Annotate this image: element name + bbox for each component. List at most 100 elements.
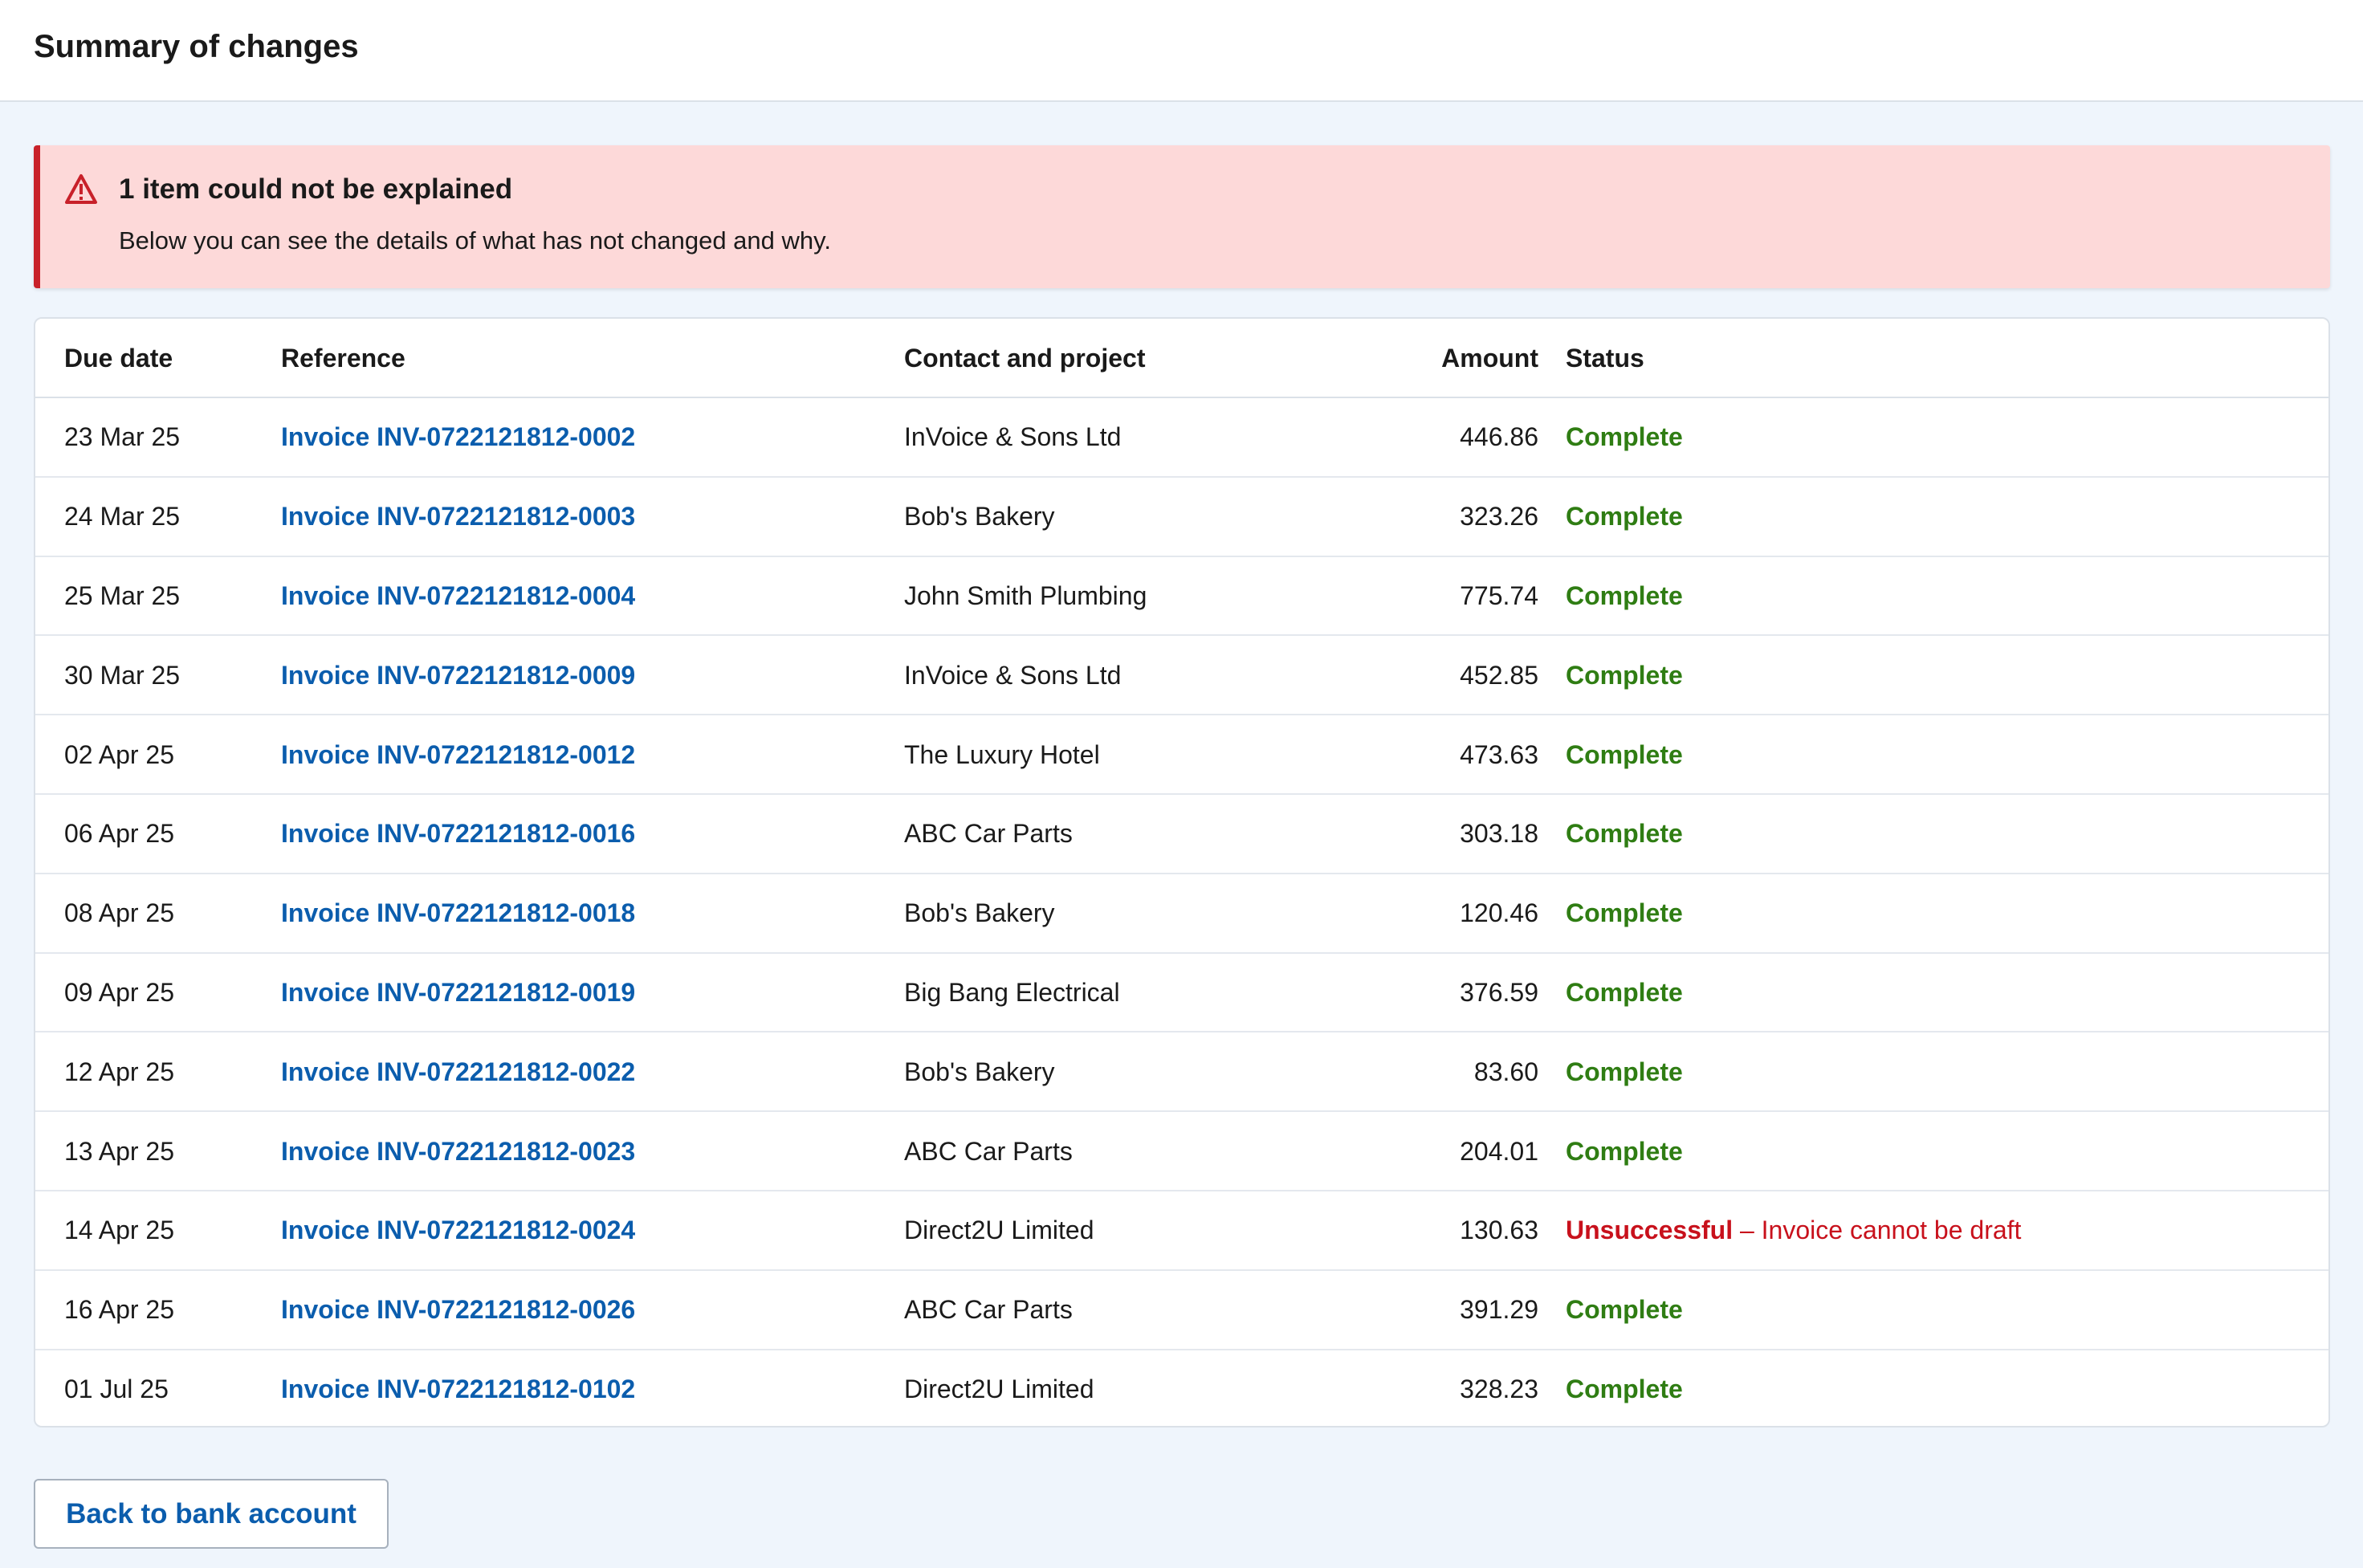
status-cell: Complete (1566, 476, 2328, 557)
reference-cell: Invoice INV-0722121812-0019 (281, 952, 904, 1033)
amount-cell: 775.74 (1362, 556, 1566, 637)
contact-cell: Bob's Bakery (904, 1032, 1362, 1113)
status-cell: Complete (1566, 556, 2328, 637)
contact-cell: Bob's Bakery (904, 873, 1362, 954)
status-label: Complete (1566, 1295, 1683, 1325)
status-label: Complete (1566, 1057, 1683, 1086)
contact-cell: ABC Car Parts (904, 1111, 1362, 1191)
table-row: 02 Apr 25 Invoice INV-0722121812-0012 The … (35, 715, 2328, 795)
status-label: Unsuccessful (1566, 1216, 1734, 1245)
reference-cell: Invoice INV-0722121812-0102 (281, 1350, 904, 1426)
status-label: Complete (1566, 977, 1683, 1007)
reference-cell: Invoice INV-0722121812-0009 (281, 635, 904, 716)
table-body: 23 Mar 25 Invoice INV-0722121812-0002 InVo… (35, 397, 2328, 1426)
invoice-link[interactable]: Invoice INV-0722121812-0019 (281, 978, 635, 1007)
status-cell: Complete (1566, 715, 2328, 795)
table-row: 25 Mar 25 Invoice INV-0722121812-0004 John… (35, 556, 2328, 637)
invoice-link[interactable]: Invoice INV-0722121812-0022 (281, 1057, 635, 1086)
status-cell: Complete (1566, 1032, 2328, 1113)
reference-cell: Invoice INV-0722121812-0004 (281, 556, 904, 637)
contact-cell: Direct2U Limited (904, 1375, 1094, 1404)
due-date-cell: 01 Jul 25 (64, 1375, 169, 1404)
invoice-link[interactable]: Invoice INV-0722121812-0009 (281, 661, 635, 690)
warning-triangle-icon (64, 173, 98, 206)
amount-cell: 303.18 (1362, 793, 1566, 874)
error-alert: 1 item could not be explained Below you … (34, 145, 2330, 288)
contact-cell: InVoice & Sons Ltd (904, 397, 1362, 478)
status-cell: Complete (1566, 793, 2328, 874)
due-date-cell: 13 Apr 25 (35, 1111, 281, 1191)
due-date-cell: 06 Apr 25 (35, 793, 281, 874)
table-row: 23 Mar 25 Invoice INV-0722121812-0002 InVo… (35, 397, 2328, 478)
invoice-link[interactable]: Invoice INV-0722121812-0012 (281, 740, 635, 769)
invoice-link[interactable]: Invoice INV-0722121812-0102 (281, 1375, 635, 1403)
changes-table: Due date Reference Contact and project A… (35, 319, 2328, 1426)
amount-cell: 446.86 (1362, 397, 1566, 478)
reference-cell: Invoice INV-0722121812-0003 (281, 476, 904, 557)
table-row: 13 Apr 25 Invoice INV-0722121812-0023 ABC … (35, 1111, 2328, 1191)
amount-cell: 83.60 (1362, 1032, 1566, 1113)
invoice-link[interactable]: Invoice INV-0722121812-0004 (281, 581, 635, 610)
reference-cell: Invoice INV-0722121812-0023 (281, 1111, 904, 1191)
status-cell: Complete (1566, 1269, 2328, 1350)
table-row: 09 Apr 25 Invoice INV-0722121812-0019 Big … (35, 952, 2328, 1033)
status-cell: Complete (1566, 952, 2328, 1033)
contact-cell: Big Bang Electrical (904, 952, 1362, 1033)
column-header-status: Status (1566, 319, 2328, 398)
due-date-cell: 09 Apr 25 (35, 952, 281, 1033)
status-reason: – Invoice cannot be draft (1733, 1216, 2022, 1245)
table-row: 08 Apr 25 Invoice INV-0722121812-0018 Bob'… (35, 873, 2328, 954)
due-date-cell: 02 Apr 25 (35, 715, 281, 795)
invoice-link[interactable]: Invoice INV-0722121812-0016 (281, 819, 635, 848)
due-date-cell: 23 Mar 25 (35, 397, 281, 478)
alert-message: Below you can see the details of what ha… (119, 226, 831, 255)
reference-cell: Invoice INV-0722121812-0012 (281, 715, 904, 795)
status-label: Complete (1566, 422, 1683, 452)
table-row: 24 Mar 25 Invoice INV-0722121812-0003 Bob'… (35, 476, 2328, 557)
status-cell: Complete (1566, 397, 2328, 478)
invoice-link[interactable]: Invoice INV-0722121812-0018 (281, 898, 635, 927)
reference-cell: Invoice INV-0722121812-0024 (281, 1190, 904, 1271)
status-label: Complete (1566, 1375, 1683, 1404)
amount-cell: 130.63 (1362, 1190, 1566, 1271)
amount-cell: 391.29 (1362, 1269, 1566, 1350)
changes-table-card: Due date Reference Contact and project A… (34, 317, 2330, 1427)
contact-cell: The Luxury Hotel (904, 715, 1362, 795)
table-row: 16 Apr 25 Invoice INV-0722121812-0026 ABC … (35, 1269, 2328, 1350)
page-title: Summary of changes (34, 29, 359, 64)
status-label: Complete (1566, 898, 1683, 928)
amount-cell: 376.59 (1362, 952, 1566, 1033)
invoice-link[interactable]: Invoice INV-0722121812-0002 (281, 422, 635, 451)
table-header-row: Due date Reference Contact and project A… (35, 319, 2328, 398)
table-row: 14 Apr 25 Invoice INV-0722121812-0024 Dire… (35, 1190, 2328, 1271)
status-label: Complete (1566, 1136, 1683, 1166)
column-header-reference: Reference (281, 319, 904, 398)
invoice-link[interactable]: Invoice INV-0722121812-0023 (281, 1137, 635, 1166)
amount-cell: 473.63 (1362, 715, 1566, 795)
table-row: 30 Mar 25 Invoice INV-0722121812-0009 InVo… (35, 635, 2328, 716)
reference-cell: Invoice INV-0722121812-0026 (281, 1269, 904, 1350)
contact-cell: John Smith Plumbing (904, 556, 1362, 637)
contact-cell: Bob's Bakery (904, 476, 1362, 557)
reference-cell: Invoice INV-0722121812-0018 (281, 873, 904, 954)
status-label: Complete (1566, 819, 1683, 849)
reference-cell: Invoice INV-0722121812-0002 (281, 397, 904, 478)
invoice-link[interactable]: Invoice INV-0722121812-0024 (281, 1216, 635, 1244)
alert-title: 1 item could not be explained (119, 173, 513, 205)
amount-cell: 328.23 (1460, 1375, 1538, 1404)
back-to-bank-account-button[interactable]: Back to bank account (34, 1479, 389, 1549)
due-date-cell: 16 Apr 25 (35, 1269, 281, 1350)
due-date-cell: 25 Mar 25 (35, 556, 281, 637)
page: Summary of changes 1 item could not be e… (0, 0, 2363, 1568)
due-date-cell: 14 Apr 25 (35, 1190, 281, 1271)
contact-cell: InVoice & Sons Ltd (904, 635, 1362, 716)
amount-cell: 204.01 (1362, 1111, 1566, 1191)
status-label: Complete (1566, 502, 1683, 531)
invoice-link[interactable]: Invoice INV-0722121812-0026 (281, 1295, 635, 1324)
status-cell: Complete (1566, 1111, 2328, 1191)
invoice-link[interactable]: Invoice INV-0722121812-0003 (281, 502, 635, 531)
status-cell: Unsuccessful – Invoice cannot be draft (1566, 1190, 2328, 1271)
reference-cell: Invoice INV-0722121812-0022 (281, 1032, 904, 1113)
page-header: Summary of changes (0, 0, 2363, 102)
column-header-contact: Contact and project (904, 319, 1362, 398)
